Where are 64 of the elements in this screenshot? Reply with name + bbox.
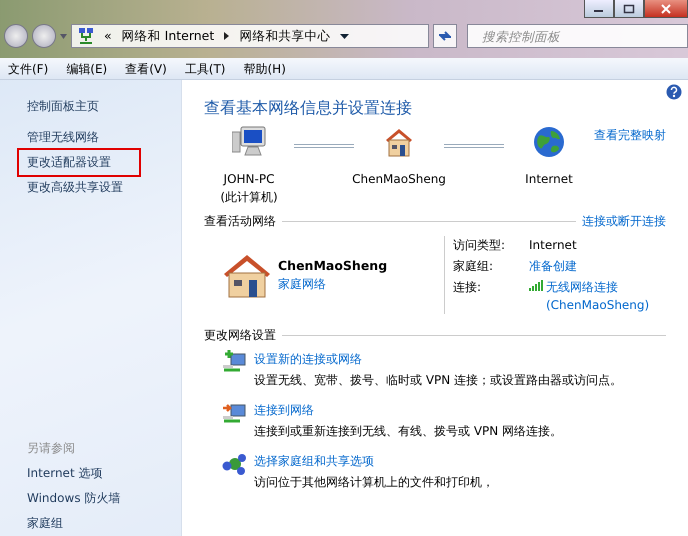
sidebar-link[interactable]: 家庭组: [27, 511, 181, 536]
task-description: 访问位于其他网络计算机上的文件和打印机，: [254, 474, 494, 491]
menu-item[interactable]: 查看(V): [119, 58, 173, 79]
dropdown-arrow-icon[interactable]: [340, 34, 350, 38]
network-name: ChenMaoSheng: [278, 256, 388, 275]
search-field[interactable]: 搜索控制面板: [467, 24, 688, 48]
task-link[interactable]: 连接到网络: [254, 401, 562, 419]
sidebar-link[interactable]: Internet 选项: [27, 461, 181, 486]
property-label: 连接:: [453, 279, 482, 296]
refresh-button[interactable]: [433, 24, 457, 48]
computer-icon: [232, 126, 266, 158]
homegroup-icon: [222, 452, 248, 476]
node-label: (此计算机): [220, 189, 278, 206]
node-label: Internet: [525, 171, 573, 188]
menu-item[interactable]: 工具(T): [178, 58, 232, 79]
connection-line: [294, 144, 354, 148]
task-description: 设置无线、宽带、拨号、临时或 VPN 连接；或设置路由器或访问点。: [254, 372, 622, 389]
property-link[interactable]: 准备创建: [529, 259, 577, 273]
menu-item[interactable]: 帮助(H): [238, 58, 292, 79]
house-icon: [222, 252, 272, 298]
close-icon: [660, 4, 672, 14]
menu-item[interactable]: 文件(F): [2, 58, 54, 79]
connection-link[interactable]: 无线网络连接: [546, 278, 650, 296]
globe-icon: [533, 126, 565, 158]
sidebar-link[interactable]: Windows 防火墙: [27, 486, 181, 511]
node-label: ChenMaoSheng: [352, 171, 446, 188]
property-value: Internet: [529, 238, 577, 252]
node-label: JOHN-PC: [224, 171, 274, 188]
maximize-icon: [623, 4, 635, 14]
address-field[interactable]: « 网络和 Internet 网络和共享中心: [71, 24, 429, 48]
breadcrumb-item[interactable]: 网络和 Internet: [122, 26, 214, 46]
section-heading: 查看活动网络: [204, 213, 276, 230]
sidebar-heading: 另请参阅: [27, 440, 76, 457]
network-connect-icon: [222, 401, 248, 425]
back-button[interactable]: [4, 24, 28, 48]
menu-item[interactable]: 编辑(E): [60, 58, 114, 79]
forward-button[interactable]: [32, 24, 56, 48]
minimize-button[interactable]: [584, 0, 614, 18]
close-button[interactable]: [644, 0, 688, 18]
view-map-link[interactable]: 查看完整映射: [594, 126, 666, 144]
chevron-icon: [224, 32, 230, 40]
signal-strength-icon: [529, 280, 543, 291]
sidebar-link[interactable]: 更改适配器设置: [19, 150, 139, 175]
connection-link[interactable]: (ChenMaoSheng): [546, 296, 650, 314]
connection-line: [444, 144, 504, 148]
network-add-icon: [222, 350, 248, 374]
sidebar-link[interactable]: 管理无线网络: [27, 125, 181, 150]
task-link[interactable]: 选择家庭组和共享选项: [254, 452, 494, 470]
property-label: 访问类型:: [453, 237, 506, 254]
network-type-link[interactable]: 家庭网络: [278, 275, 388, 294]
property-label: 家庭组:: [453, 258, 494, 275]
maximize-button[interactable]: [614, 0, 644, 18]
breadcrumb-item[interactable]: 网络和共享中心: [239, 26, 330, 46]
task-link[interactable]: 设置新的连接或网络: [254, 350, 622, 368]
overflow-chevron[interactable]: «: [104, 26, 112, 46]
sidebar-link[interactable]: 控制面板主页: [27, 94, 181, 119]
section-heading: 更改网络设置: [204, 327, 276, 344]
sidebar-link[interactable]: 更改高级共享设置: [27, 175, 181, 200]
connect-disconnect-link[interactable]: 连接或断开连接: [582, 212, 666, 230]
refresh-icon: [437, 30, 453, 42]
page-title: 查看基本网络信息并设置连接: [204, 97, 413, 119]
network-icon: [78, 27, 94, 45]
task-description: 连接到或重新连接到无线、有线、拨号或 VPN 网络连接。: [254, 423, 562, 440]
help-icon[interactable]: [666, 84, 682, 100]
